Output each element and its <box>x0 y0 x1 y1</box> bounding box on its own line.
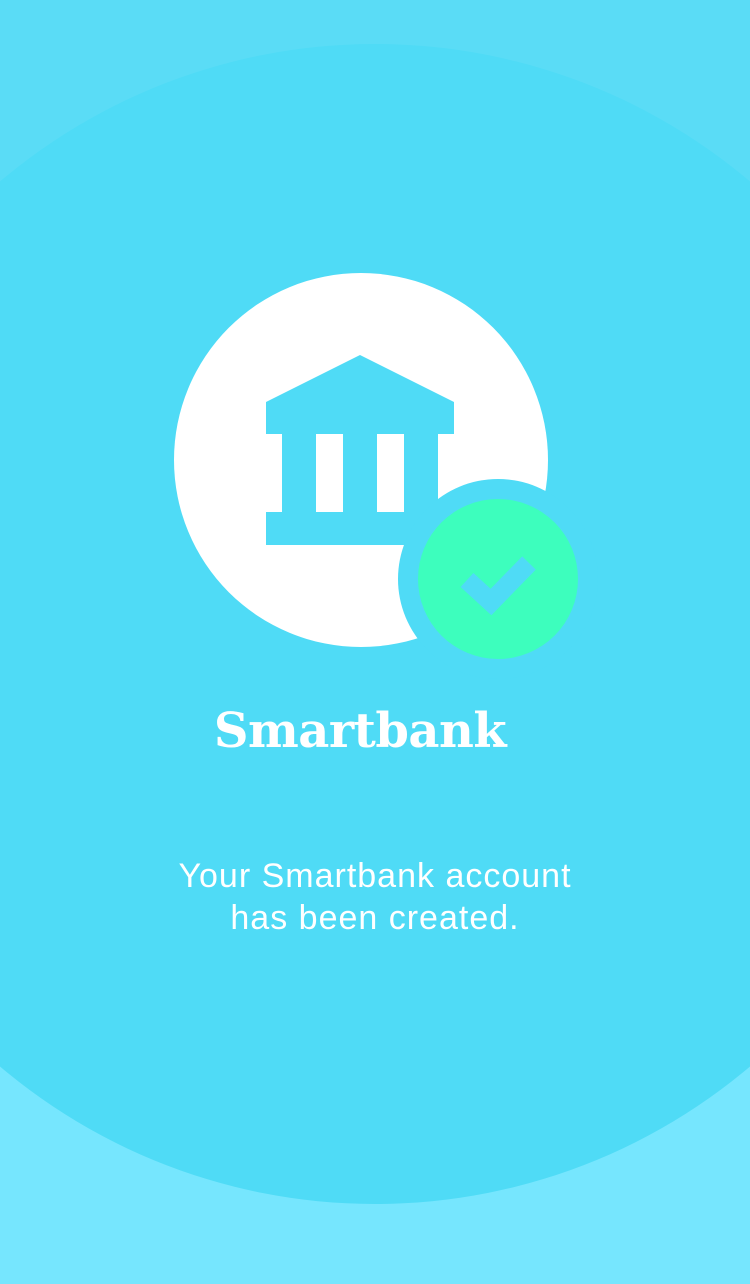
confirmation-message-line-1: Your Smartbank account <box>178 857 572 895</box>
confirmation-message: Your Smartbank account has been created. <box>75 855 675 939</box>
logo-graphic <box>174 273 598 679</box>
confirmation-message-line-2: has been created. <box>230 899 520 937</box>
checkmark-badge-icon <box>398 479 598 679</box>
brand-name: Smartbank <box>213 703 507 759</box>
account-created-screen: Smartbank Your Smartbank account has bee… <box>0 0 750 1284</box>
